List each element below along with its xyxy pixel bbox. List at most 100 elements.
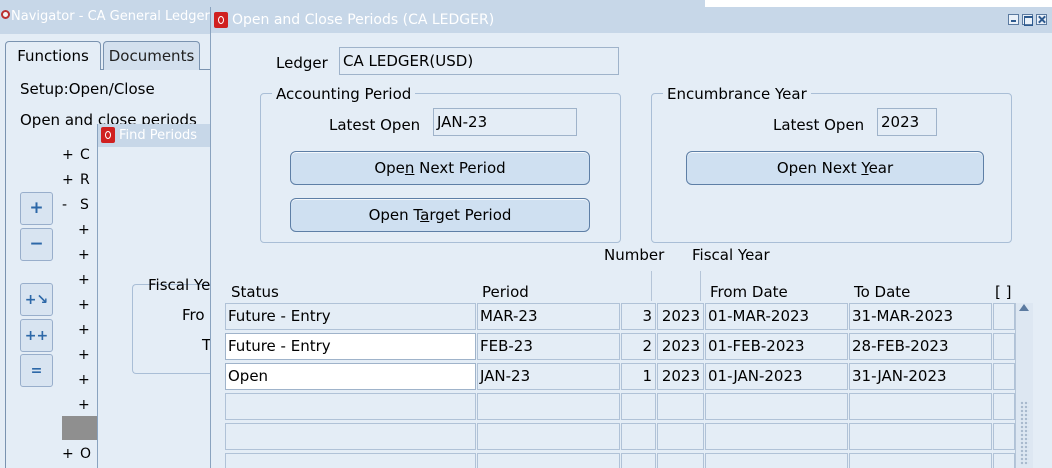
- status-cell[interactable]: Future - Entry: [225, 333, 476, 360]
- navigator-title: Navigator - CA General Ledger: [11, 9, 210, 24]
- period-cell[interactable]: FEB-23: [477, 333, 620, 360]
- oracle-logo-icon: [214, 12, 228, 28]
- expand-branch-button[interactable]: +↘: [20, 283, 53, 316]
- status-cell[interactable]: [225, 423, 476, 450]
- status-cell[interactable]: Future - Entry: [225, 303, 476, 330]
- row-indicator-cell[interactable]: [993, 303, 1015, 330]
- tree-item-label: O: [80, 446, 92, 462]
- period-cell[interactable]: [477, 423, 620, 450]
- header-separator: [700, 271, 701, 301]
- accounting-latest-open-field[interactable]: JAN-23: [433, 108, 577, 136]
- ledger-field[interactable]: CA LEDGER(USD): [339, 47, 619, 75]
- row-indicator-cell[interactable]: [993, 423, 1015, 450]
- to-date-cell[interactable]: [849, 453, 992, 468]
- row-indicator-cell[interactable]: [993, 453, 1015, 468]
- to-date-cell[interactable]: [849, 423, 992, 450]
- period-cell[interactable]: MAR-23: [477, 303, 620, 330]
- tree-item[interactable]: +: [62, 321, 96, 346]
- row-indicator-cell[interactable]: [993, 333, 1015, 360]
- fiscal-year-cell[interactable]: 2023: [657, 363, 704, 390]
- from-date-cell[interactable]: 01-JAN-2023: [705, 363, 848, 390]
- expand-all-icon: ++: [24, 328, 49, 344]
- to-date-cell[interactable]: 31-MAR-2023: [849, 303, 992, 330]
- folder-tools-button[interactable]: [ ]: [995, 283, 1011, 301]
- tree-item[interactable]: +: [62, 371, 96, 396]
- column-header-fiscal-year: Fiscal Year: [692, 246, 770, 264]
- open-target-period-button[interactable]: Open Target Period: [290, 198, 590, 232]
- number-cell[interactable]: 1: [621, 363, 656, 390]
- status-cell[interactable]: [225, 453, 476, 468]
- encumbrance-latest-open-field[interactable]: 2023: [877, 108, 937, 136]
- expand-branch-icon: +↘: [24, 292, 49, 308]
- tree-item[interactable]: -S: [62, 196, 96, 221]
- open-next-period-button[interactable]: Open Next Period: [290, 151, 590, 185]
- open-next-year-button[interactable]: Open Next Year: [686, 151, 984, 185]
- find-periods-title-bar[interactable]: Find Periods: [98, 124, 228, 147]
- number-cell[interactable]: 2: [621, 333, 656, 360]
- from-date-cell[interactable]: [705, 453, 848, 468]
- tree-toggle-icon[interactable]: +: [78, 296, 96, 314]
- period-cell[interactable]: [477, 453, 620, 468]
- tab-functions[interactable]: Functions: [5, 41, 101, 70]
- tree-item[interactable]: +: [62, 246, 96, 271]
- status-cell[interactable]: Open: [225, 363, 476, 390]
- tree-toggle-icon[interactable]: +: [62, 446, 80, 462]
- tree-toggle-icon[interactable]: +: [78, 371, 96, 389]
- tree-item[interactable]: + R: [62, 171, 96, 196]
- scroll-grip[interactable]: [1020, 401, 1029, 465]
- table-scrollbar[interactable]: [1015, 303, 1033, 468]
- to-date-cell[interactable]: [849, 393, 992, 420]
- close-icon[interactable]: [1036, 14, 1047, 25]
- period-cell[interactable]: [477, 393, 620, 420]
- fiscal-year-cell[interactable]: 2023: [657, 333, 704, 360]
- tree-item[interactable]: +: [62, 346, 96, 371]
- number-cell[interactable]: [621, 393, 656, 420]
- tree-toggle-icon[interactable]: +: [78, 221, 96, 239]
- minimize-icon[interactable]: [1008, 14, 1019, 25]
- tree-toggle-icon[interactable]: -: [62, 196, 80, 214]
- from-date-cell[interactable]: [705, 393, 848, 420]
- maximize-icon[interactable]: [1022, 14, 1033, 26]
- from-date-cell[interactable]: 01-FEB-2023: [705, 333, 848, 360]
- tree-toggle-icon[interactable]: +: [78, 271, 96, 289]
- fiscal-year-cell[interactable]: [657, 453, 704, 468]
- tree-item[interactable]: +: [62, 271, 96, 296]
- open-close-periods-window: Open and Close Periods (CA LEDGER) Ledge…: [210, 7, 1052, 468]
- expand-all-button[interactable]: ++: [20, 319, 53, 352]
- collapse-button[interactable]: −: [20, 228, 53, 261]
- from-date-cell[interactable]: 01-MAR-2023: [705, 303, 848, 330]
- status-cell[interactable]: [225, 393, 476, 420]
- to-date-cell[interactable]: 28-FEB-2023: [849, 333, 992, 360]
- row-indicator-cell[interactable]: [993, 363, 1015, 390]
- number-cell[interactable]: 3: [621, 303, 656, 330]
- fiscal-year-cell[interactable]: [657, 423, 704, 450]
- tree-item-label: C: [80, 147, 90, 163]
- find-periods-window: Find Periods Fiscal Ye Fro T: [97, 124, 232, 468]
- fiscal-year-cell[interactable]: [657, 393, 704, 420]
- tab-documents[interactable]: Documents: [103, 41, 200, 70]
- tree-item[interactable]: + O: [62, 446, 91, 462]
- tree-selected-item[interactable]: [62, 416, 102, 440]
- tree-item[interactable]: +: [62, 221, 96, 246]
- to-date-cell[interactable]: 31-JAN-2023: [849, 363, 992, 390]
- tree-item[interactable]: + C: [62, 146, 96, 171]
- tree-toggle-icon[interactable]: +: [78, 396, 96, 414]
- tree-toggle-icon[interactable]: +: [78, 321, 96, 339]
- tree-toggle-icon[interactable]: +: [62, 171, 80, 189]
- tree-toggle-icon[interactable]: +: [62, 146, 80, 164]
- number-cell[interactable]: [621, 423, 656, 450]
- open-close-title-bar[interactable]: Open and Close Periods (CA LEDGER): [211, 7, 1052, 33]
- number-cell[interactable]: [621, 453, 656, 468]
- period-cell[interactable]: JAN-23: [477, 363, 620, 390]
- tree-item[interactable]: +: [62, 296, 96, 321]
- tree-toggle-icon[interactable]: +: [78, 246, 96, 264]
- from-label: Fro: [182, 306, 205, 324]
- row-indicator-cell[interactable]: [993, 393, 1015, 420]
- find-periods-title: Find Periods: [119, 128, 198, 143]
- from-date-cell[interactable]: [705, 423, 848, 450]
- expand-button[interactable]: +: [20, 192, 53, 225]
- tree-toggle-icon[interactable]: +: [78, 346, 96, 364]
- fiscal-year-cell[interactable]: 2023: [657, 303, 704, 330]
- collapse-all-button[interactable]: =: [20, 354, 53, 387]
- scroll-up-icon[interactable]: [1019, 304, 1029, 311]
